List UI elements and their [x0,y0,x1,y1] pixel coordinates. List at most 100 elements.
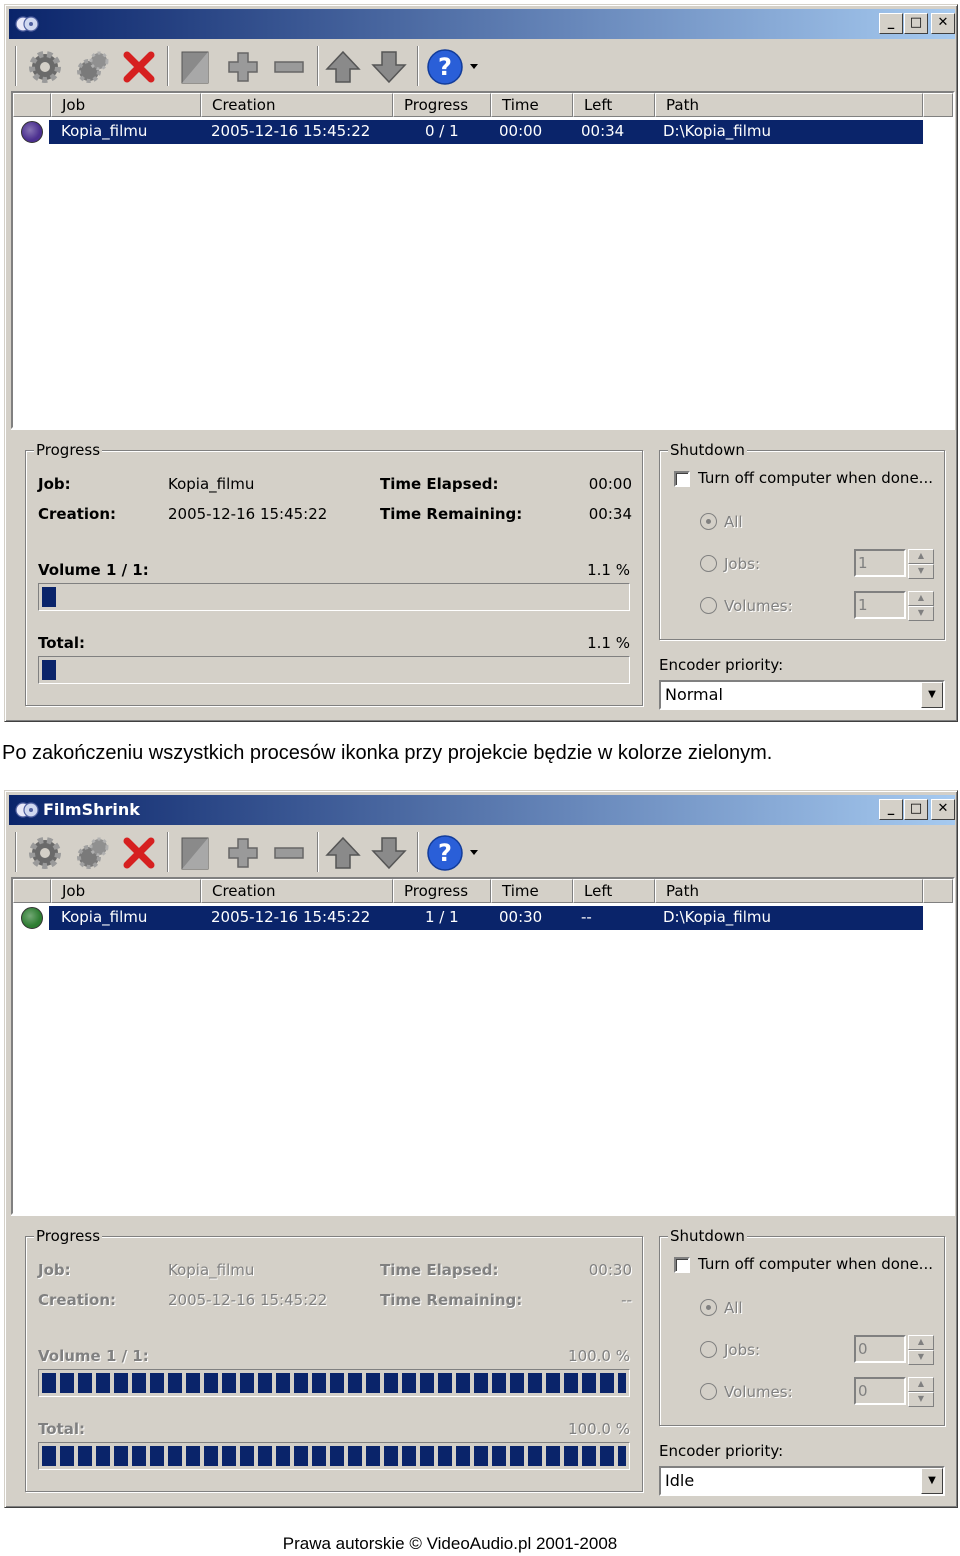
radio-all[interactable] [700,1299,717,1316]
time-remaining-value: 00:34 [588,505,632,523]
creation-value: 2005-12-16 15:45:22 [168,505,328,523]
total-label: Total: [38,1420,85,1438]
volume-percent: 1.1 % [587,561,630,579]
maximize-button[interactable]: □ [904,799,928,820]
column-header-path[interactable]: Path [655,879,923,903]
help-icon[interactable]: ? [425,47,465,87]
job-list[interactable]: Job Creation Progress Time Left Path Kop… [11,877,955,1215]
total-progress-fill [42,660,56,680]
cell-path: D:\Kopia_filmu [663,908,772,926]
volume-label: Volume 1 / 1: [38,1347,149,1365]
encoder-priority-select[interactable]: Normal ▼ [659,680,945,710]
job-list[interactable]: Job Creation Progress Time Left Path Kop… [11,91,955,429]
time-remaining-value: -- [621,1291,632,1309]
add-plus-icon[interactable] [223,47,263,87]
radio-jobs[interactable] [700,555,717,572]
volumes-spinner[interactable]: ▲ ▼ [908,1377,934,1407]
column-header-progress[interactable]: Progress [393,93,491,117]
copyright-footer: Prawa autorskie © VideoAudio.pl 2001-200… [282,1534,618,1553]
close-button[interactable]: ✕ [931,799,955,820]
volumes-input[interactable]: 0 [854,1377,906,1405]
shutdown-checkbox[interactable] [674,1257,690,1273]
column-header-icon[interactable] [13,879,51,903]
job-value: Kopia_filmu [168,475,255,493]
delete-x-icon[interactable] [119,47,159,87]
jobs-spinner[interactable]: ▲ ▼ [908,1335,934,1365]
time-remaining-label: Time Remaining: [380,1291,523,1309]
options-gears-icon[interactable] [73,47,113,87]
options-gears-icon[interactable] [73,833,113,873]
radio-jobs[interactable] [700,1341,717,1358]
remove-minus-icon[interactable] [269,47,309,87]
column-header-time[interactable]: Time [491,93,573,117]
move-up-icon[interactable] [323,47,363,87]
encoder-priority-select[interactable]: Idle ▼ [659,1466,945,1496]
table-row[interactable]: Kopia_filmu 2005-12-16 15:45:22 1 / 1 00… [49,906,923,930]
total-progress-fill [42,1446,626,1466]
new-project-icon[interactable] [175,47,215,87]
progress-group: Progress Job: Kopia_filmu Creation: 2005… [25,441,643,706]
new-project-icon[interactable] [175,833,215,873]
shutdown-checkbox-label: Turn off computer when done... [698,469,933,487]
column-header-creation[interactable]: Creation [201,879,393,903]
volume-progress-bar [38,1369,630,1397]
column-header-left[interactable]: Left [573,93,655,117]
job-label: Job: [38,475,71,493]
creation-label: Creation: [38,1291,116,1309]
time-elapsed-value: 00:30 [588,1261,632,1279]
cell-time: 00:30 [499,908,543,926]
minimize-button[interactable]: _ [879,13,903,34]
volume-percent: 100.0 % [568,1347,630,1365]
title-bar[interactable]: _ □ ✕ [9,9,955,39]
volumes-input[interactable]: 1 [854,591,906,619]
column-header-left[interactable]: Left [573,879,655,903]
table-row[interactable]: Kopia_filmu 2005-12-16 15:45:22 0 / 1 00… [49,120,923,144]
remove-minus-icon[interactable] [269,833,309,873]
svg-text:?: ? [438,839,452,867]
close-button[interactable]: ✕ [931,13,955,34]
move-down-icon[interactable] [369,47,409,87]
progress-group-title: Progress [34,441,103,459]
maximize-button[interactable]: □ [904,13,928,34]
radio-volumes-label: Volumes: [724,1383,793,1401]
column-header-filler [923,93,953,117]
start-gear-icon[interactable] [25,833,65,873]
radio-volumes[interactable] [700,1383,717,1400]
column-header-path[interactable]: Path [655,93,923,117]
jobs-input[interactable]: 0 [854,1335,906,1363]
shutdown-checkbox[interactable] [674,471,690,487]
total-progress-bar [38,1442,630,1470]
shutdown-checkbox-label: Turn off computer when done... [698,1255,933,1273]
jobs-input[interactable]: 1 [854,549,906,577]
help-icon[interactable]: ? [425,833,465,873]
minimize-button[interactable]: _ [879,799,903,820]
shutdown-group-title: Shutdown [668,1227,747,1245]
title-bar[interactable]: FilmShrink _ □ ✕ [9,795,955,825]
help-dropdown-arrow-icon[interactable] [469,61,479,71]
radio-volumes[interactable] [700,597,717,614]
add-plus-icon[interactable] [223,833,263,873]
column-header-creation[interactable]: Creation [201,93,393,117]
move-up-icon[interactable] [323,833,363,873]
column-header-job[interactable]: Job [51,93,201,117]
chevron-down-icon[interactable]: ▼ [921,1468,943,1494]
delete-x-icon[interactable] [119,833,159,873]
radio-all-label: All [724,513,743,531]
column-header-icon[interactable] [13,93,51,117]
move-down-icon[interactable] [369,833,409,873]
volume-progress-fill [42,1373,626,1393]
column-header-job[interactable]: Job [51,879,201,903]
jobs-spinner[interactable]: ▲ ▼ [908,549,934,579]
creation-value: 2005-12-16 15:45:22 [168,1291,328,1309]
start-gear-icon[interactable] [25,47,65,87]
column-header-progress[interactable]: Progress [393,879,491,903]
chevron-down-icon[interactable]: ▼ [921,682,943,708]
time-elapsed-label: Time Elapsed: [380,475,499,493]
column-header-time[interactable]: Time [491,879,573,903]
volumes-spinner[interactable]: ▲ ▼ [908,591,934,621]
volume-label: Volume 1 / 1: [38,561,149,579]
radio-all[interactable] [700,513,717,530]
creation-label: Creation: [38,505,116,523]
help-dropdown-arrow-icon[interactable] [469,847,479,857]
encoder-priority-value: Normal [665,685,723,704]
